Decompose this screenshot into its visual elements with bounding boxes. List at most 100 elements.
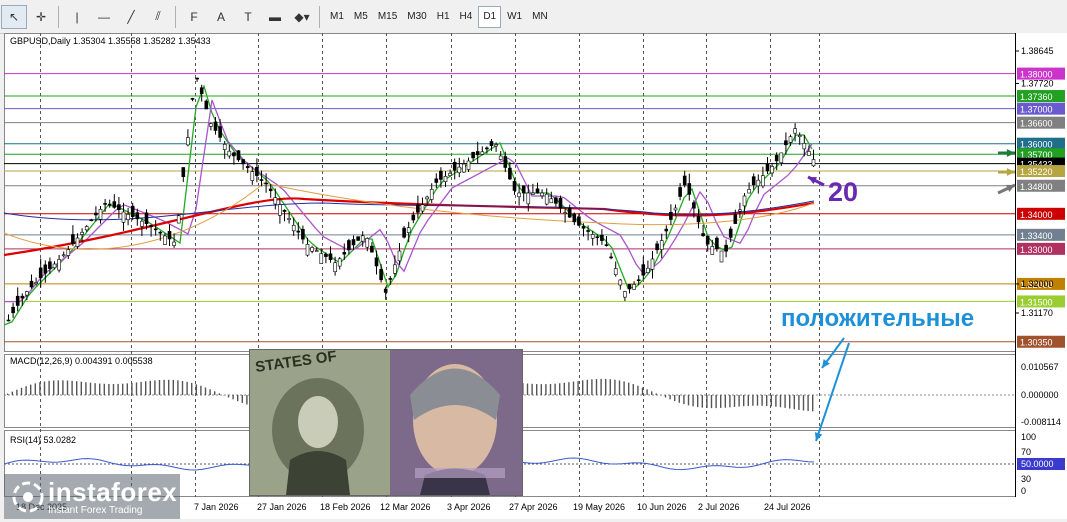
timeframe-d1-button[interactable]: D1 [478, 6, 501, 28]
candle-body [798, 135, 801, 136]
candle-body [633, 284, 636, 289]
macd-bar [628, 383, 629, 395]
candle-body [361, 236, 364, 241]
candle-body [439, 171, 442, 179]
candle-body [265, 183, 268, 184]
macd-tick-label: 0.000000 [1021, 390, 1059, 400]
macd-bar [237, 395, 238, 401]
date-label: 2 Jul 2026 [698, 502, 740, 512]
candle-body [775, 155, 778, 161]
candle-body [375, 258, 378, 266]
macd-bar [752, 395, 753, 406]
toolbar-separator [319, 6, 320, 28]
channel-tool-button[interactable]: ⫽ [145, 5, 171, 29]
instaforex-logo-icon [8, 477, 48, 517]
candle-body [269, 189, 272, 191]
candle-body [554, 198, 557, 204]
timeframe-m5-button[interactable]: M5 [350, 6, 372, 28]
date-label: 27 Jan 2026 [257, 502, 307, 512]
text-label-tool-button[interactable]: T [235, 5, 261, 29]
candle-body [196, 78, 199, 79]
candle-body [485, 148, 488, 149]
timeframe-h4-button[interactable]: H4 [456, 6, 477, 28]
macd-label: MACD(12,26,9) 0.004391 0.005538 [10, 356, 153, 366]
macd-bar [633, 384, 634, 395]
timeframe-m15-button[interactable]: M15 [374, 6, 401, 28]
rectangle-tool-button[interactable]: ▬ [262, 5, 288, 29]
macd-bar [780, 395, 781, 407]
macd-bar [186, 382, 187, 395]
macd-bar [182, 381, 183, 395]
chart-window[interactable]: GBPUSD,Daily 1.35304 1.35558 1.35282 1.3… [4, 33, 1067, 519]
cursor-tool-button[interactable]: ↖ [1, 5, 27, 29]
candle-body [232, 153, 235, 156]
text-tool-button[interactable]: A [208, 5, 234, 29]
candle-body [154, 229, 157, 230]
price-axis: 1.380001.373601.370001.366001.360001.357… [1015, 46, 1065, 496]
rsi-tick-label: 70 [1021, 447, 1031, 457]
trendline-tool-button[interactable]: ╱ [118, 5, 144, 29]
level-tag-label: 1.36000 [1020, 140, 1053, 150]
macd-bar [205, 387, 206, 395]
crosshair-tool-button[interactable]: ✛ [28, 5, 54, 29]
candle-body [30, 281, 33, 287]
price-subwindow: GBPUSD,Daily 1.35304 1.35558 1.35282 1.3… [10, 36, 211, 46]
macd-bar [159, 380, 160, 395]
macd-bar [191, 383, 192, 395]
macd-bar [140, 382, 141, 395]
logo-tagline: Instant Forex Trading [48, 505, 143, 516]
macd-bar [163, 380, 164, 395]
macd-bar [688, 395, 689, 405]
candle-body [334, 263, 337, 272]
candle-body [780, 153, 783, 163]
candle-body [527, 193, 530, 204]
text-icon: A [217, 10, 225, 24]
candle-body [426, 197, 429, 199]
candle-body [596, 237, 599, 238]
vertical-line-tool-button[interactable]: | [64, 5, 90, 29]
timeframe-mn-button[interactable]: MN [528, 6, 552, 28]
macd-bar [131, 383, 132, 395]
timeframe-m30-button[interactable]: M30 [403, 6, 430, 28]
rsi-label: RSI(14) 53.0282 [10, 435, 76, 445]
candle-body [766, 164, 769, 171]
macd-bar [228, 395, 229, 397]
candle-body [278, 205, 281, 216]
horizontal-line-tool-button[interactable]: — [91, 5, 117, 29]
date-label: 10 Jun 2026 [637, 502, 687, 512]
macd-bar [771, 395, 772, 406]
candle-body [67, 250, 70, 256]
fibonacci-tool-button[interactable]: F [181, 5, 207, 29]
candle-body [255, 167, 258, 175]
macd-bar [683, 395, 684, 404]
annotations: 20 положительные [781, 149, 1015, 441]
macd-bar [136, 382, 137, 395]
timeframe-w1-button[interactable]: W1 [503, 6, 526, 28]
candle-body [559, 198, 562, 208]
date-label: 27 Apr 2026 [509, 502, 558, 512]
level-tag-label: 1.34000 [1020, 210, 1053, 220]
price-chart[interactable]: GBPUSD,Daily 1.35304 1.35558 1.35282 1.3… [4, 33, 1067, 519]
candle-body [384, 289, 387, 292]
candle-body [462, 164, 465, 172]
rsi-tick-label: 100 [1021, 432, 1036, 442]
macd-bar [35, 383, 36, 395]
timeframe-h1-button[interactable]: H1 [433, 6, 454, 28]
chart-title: GBPUSD,Daily 1.35304 1.35558 1.35282 1.3… [10, 36, 211, 46]
candle-body [237, 151, 240, 160]
candle-body [311, 247, 314, 251]
macd-bar [623, 381, 624, 395]
candle-body [748, 189, 751, 193]
candle-body [329, 254, 332, 260]
macd-bar [582, 380, 583, 395]
macd-bar [53, 380, 54, 395]
price-tick-label: 1.32000 [1021, 279, 1054, 289]
candle-body [504, 157, 507, 168]
currency-photo: STATES OF [249, 349, 523, 496]
candle-body [416, 205, 419, 212]
candle-body [757, 180, 760, 186]
candle-body [320, 254, 323, 264]
timeframe-m1-button[interactable]: M1 [326, 6, 348, 28]
shapes-menu-tool-button[interactable]: ◆▾ [289, 5, 315, 29]
price-tick-label: 1.38645 [1021, 46, 1054, 56]
